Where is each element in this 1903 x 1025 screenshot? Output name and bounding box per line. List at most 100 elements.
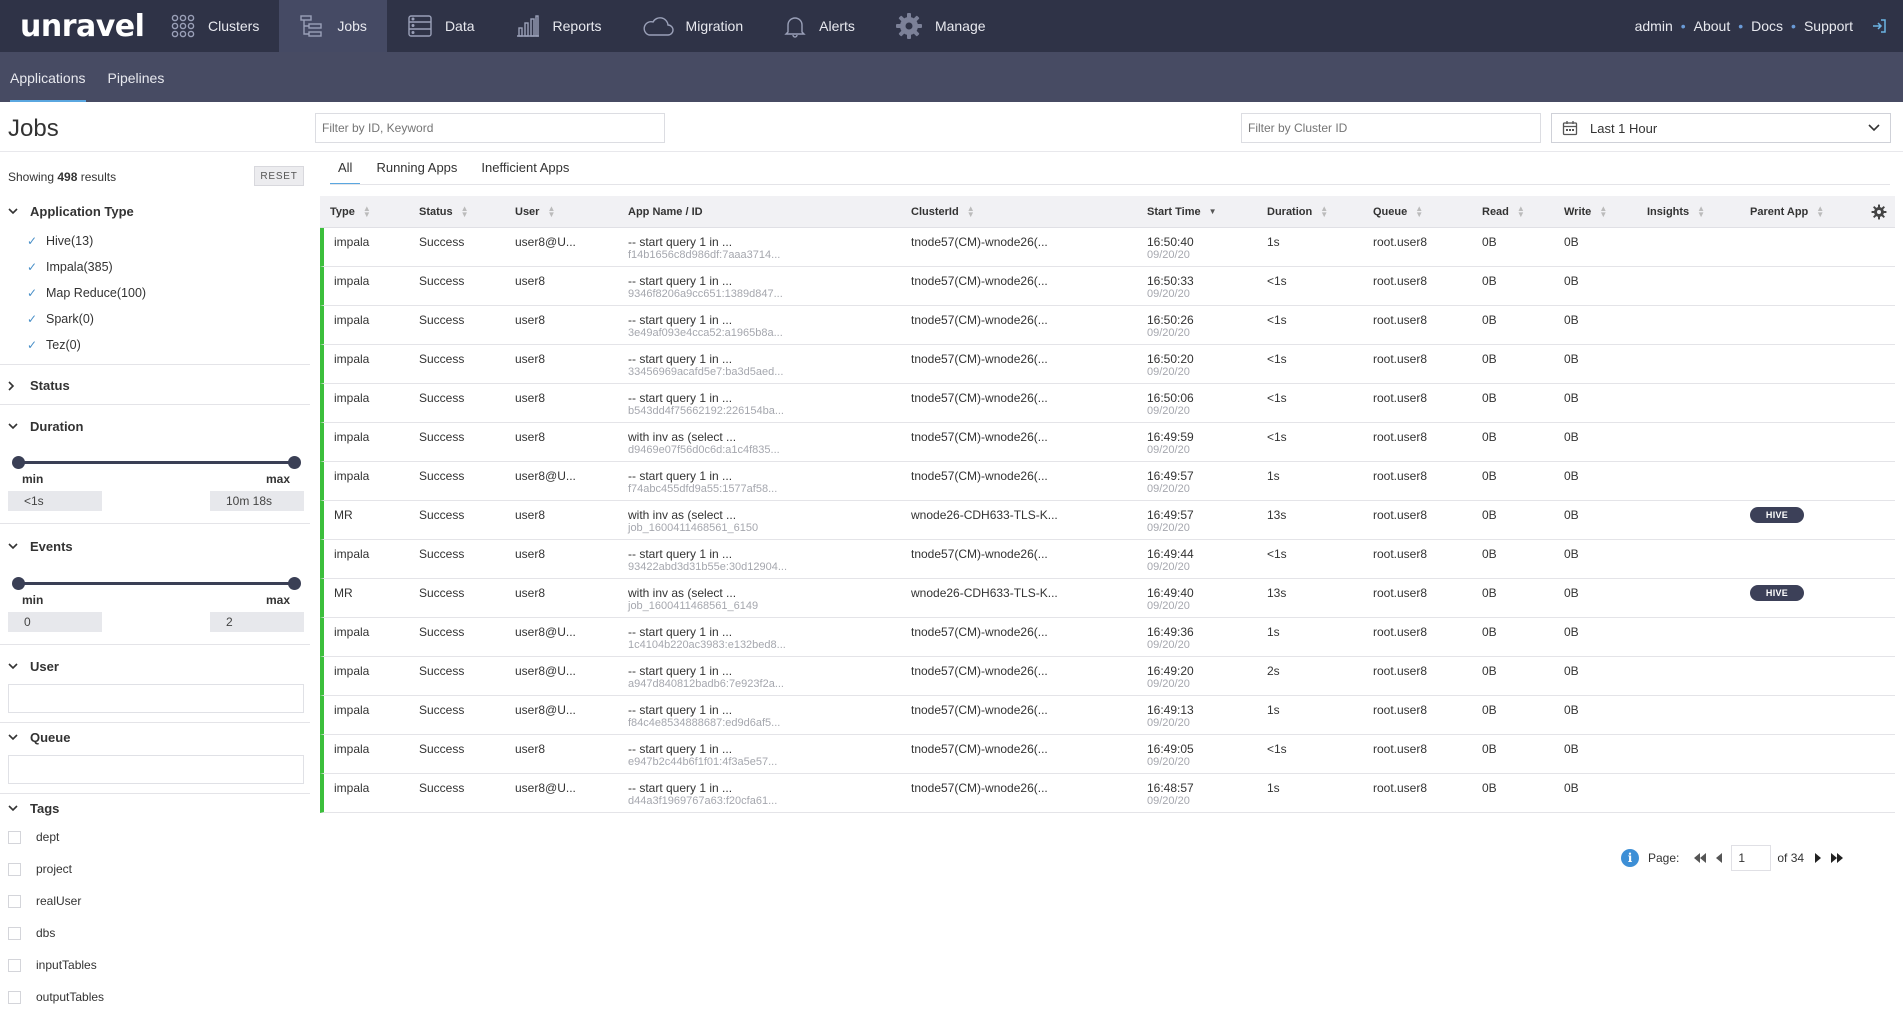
table-row[interactable]: impala Success user8@U... -- start query 1 … (320, 774, 1895, 813)
cell-app-name[interactable]: -- start query 1 in ... (628, 547, 732, 561)
cell-app-name[interactable]: -- start query 1 in ... (628, 781, 732, 795)
reset-button[interactable]: RESET (254, 166, 304, 186)
table-row[interactable]: MR Success user8 with inv as (select ... wno… (320, 501, 1895, 540)
cell-app-name[interactable]: -- start query 1 in ... (628, 742, 732, 756)
duration-slider-min-handle[interactable] (12, 456, 25, 469)
section-events[interactable]: Events (8, 539, 73, 554)
cell-app-name[interactable]: with inv as (select ... (628, 430, 736, 444)
nav-reports[interactable]: Reports (495, 0, 622, 52)
cell-cluster-id: tnode57(CM)-wnode26(... (911, 781, 1048, 795)
table-row[interactable]: impala Success user8@U... -- start query 1 … (320, 462, 1895, 501)
events-slider-max-handle[interactable] (288, 577, 301, 590)
tab-pipelines[interactable]: Pipelines (108, 70, 165, 102)
parent-app-badge[interactable]: HIVE (1750, 585, 1804, 601)
col-insights[interactable]: Insights ▲ ▼ (1647, 196, 1705, 228)
table-row[interactable]: impala Success user8 -- start query 1 in ..… (320, 735, 1895, 774)
first-page-icon[interactable] (1693, 852, 1707, 864)
table-row[interactable]: MR Success user8 with inv as (select ... wno… (320, 579, 1895, 618)
checkbox-spark[interactable]: ✓ Spark(0) (26, 312, 94, 326)
table-row[interactable]: impala Success user8 -- start query 1 in ..… (320, 306, 1895, 345)
tag-checkbox-project[interactable]: project (8, 862, 72, 876)
tab-all[interactable]: All (330, 158, 361, 185)
section-tags[interactable]: Tags (8, 801, 59, 816)
nav-manage[interactable]: Manage (875, 0, 1006, 52)
checkbox-map-reduce[interactable]: ✓ Map Reduce(100) (26, 286, 146, 300)
time-range-select[interactable]: Last 1 Hour (1551, 113, 1891, 143)
col-write[interactable]: Write ▲ ▼ (1564, 196, 1607, 228)
duration-slider-max-handle[interactable] (288, 456, 301, 469)
cell-app-name[interactable]: -- start query 1 in ... (628, 664, 732, 678)
cell-app-name[interactable]: with inv as (select ... (628, 586, 736, 600)
checkbox-impala[interactable]: ✓ Impala(385) (26, 260, 113, 274)
cell-app-name[interactable]: -- start query 1 in ... (628, 313, 732, 327)
queue-filter-input[interactable] (8, 755, 304, 784)
events-slider-track[interactable] (18, 582, 294, 585)
duration-slider-track[interactable] (18, 461, 294, 464)
parent-app-badge[interactable]: HIVE (1750, 507, 1804, 523)
brand-logo[interactable]: unravel (0, 9, 150, 44)
table-row[interactable]: impala Success user8 with inv as (select ..… (320, 423, 1895, 462)
nav-migration[interactable]: Migration (622, 0, 764, 52)
events-slider-min-handle[interactable] (12, 577, 25, 590)
table-row[interactable]: impala Success user8@U... -- start query 1 … (320, 696, 1895, 735)
table-row[interactable]: impala Success user8 -- start query 1 in ..… (320, 267, 1895, 306)
table-row[interactable]: impala Success user8 -- start query 1 in ..… (320, 384, 1895, 423)
col-queue[interactable]: Queue ▲ ▼ (1373, 196, 1423, 228)
table-row[interactable]: impala Success user8@U... -- start query 1 … (320, 618, 1895, 657)
support-link[interactable]: Support (1804, 18, 1853, 34)
col-parent-app[interactable]: Parent App ▲ ▼ (1750, 196, 1824, 228)
cell-app-name[interactable]: -- start query 1 in ... (628, 625, 732, 639)
col-cluster-id[interactable]: ClusterId ▲ ▼ (911, 196, 975, 228)
tab-running-apps[interactable]: Running Apps (376, 158, 465, 185)
next-page-icon[interactable] (1814, 852, 1822, 864)
col-type[interactable]: Type ▲ ▼ (330, 196, 371, 228)
col-start-time[interactable]: Start Time ▼ (1147, 196, 1217, 228)
col-read[interactable]: Read ▲ ▼ (1482, 196, 1525, 228)
nav-data[interactable]: Data (387, 0, 495, 52)
cell-app-name[interactable]: with inv as (select ... (628, 508, 736, 522)
nav-clusters[interactable]: Clusters (150, 0, 279, 52)
section-queue[interactable]: Queue (8, 730, 70, 745)
checkbox-tez[interactable]: ✓ Tez(0) (26, 338, 81, 352)
cell-app-name[interactable]: -- start query 1 in ... (628, 391, 732, 405)
section-application-type[interactable]: Application Type (8, 204, 134, 219)
table-row[interactable]: impala Success user8 -- start query 1 in ..… (320, 345, 1895, 384)
user-menu[interactable]: admin (1635, 18, 1673, 34)
checkbox-hive[interactable]: ✓ Hive(13) (26, 234, 93, 248)
about-link[interactable]: About (1694, 18, 1731, 34)
section-duration[interactable]: Duration (8, 419, 83, 434)
info-icon[interactable]: i (1621, 849, 1639, 867)
keyword-filter-input[interactable] (315, 113, 665, 143)
tab-applications[interactable]: Applications (10, 70, 86, 102)
section-status[interactable]: Status (8, 378, 70, 393)
table-row[interactable]: impala Success user8 -- start query 1 in ..… (320, 540, 1895, 579)
col-user[interactable]: User ▲ ▼ (515, 196, 555, 228)
column-settings-gear-icon[interactable] (1871, 204, 1887, 220)
docs-link[interactable]: Docs (1751, 18, 1783, 34)
cell-app-name[interactable]: -- start query 1 in ... (628, 352, 732, 366)
table-row[interactable]: impala Success user8@U... -- start query 1 … (320, 228, 1895, 267)
cell-app-name[interactable]: -- start query 1 in ... (628, 235, 732, 249)
nav-jobs[interactable]: Jobs (279, 0, 387, 52)
col-status[interactable]: Status ▲ ▼ (419, 196, 469, 228)
page-number-input[interactable]: 1 (1731, 845, 1772, 871)
tag-checkbox-dbs[interactable]: dbs (8, 926, 55, 940)
tag-checkbox-dept[interactable]: dept (8, 830, 59, 844)
last-page-icon[interactable] (1830, 852, 1844, 864)
tag-checkbox-inputtables[interactable]: inputTables (8, 958, 97, 972)
section-user[interactable]: User (8, 659, 59, 674)
logout-icon[interactable] (1871, 18, 1887, 34)
cluster-filter-input[interactable] (1241, 113, 1541, 143)
table-row[interactable]: impala Success user8@U... -- start query 1 … (320, 657, 1895, 696)
user-filter-input[interactable] (8, 684, 304, 713)
nav-alerts[interactable]: Alerts (763, 0, 875, 52)
cell-app-name[interactable]: -- start query 1 in ... (628, 274, 732, 288)
col-duration[interactable]: Duration ▲ ▼ (1267, 196, 1328, 228)
tag-checkbox-outputtables[interactable]: outputTables (8, 990, 104, 1004)
col-app-name[interactable]: App Name / ID (628, 196, 703, 228)
tag-checkbox-realuser[interactable]: realUser (8, 894, 81, 908)
prev-page-icon[interactable] (1715, 852, 1723, 864)
cell-app-name[interactable]: -- start query 1 in ... (628, 469, 732, 483)
cell-app-name[interactable]: -- start query 1 in ... (628, 703, 732, 717)
tab-inefficient-apps[interactable]: Inefficient Apps (481, 158, 577, 185)
